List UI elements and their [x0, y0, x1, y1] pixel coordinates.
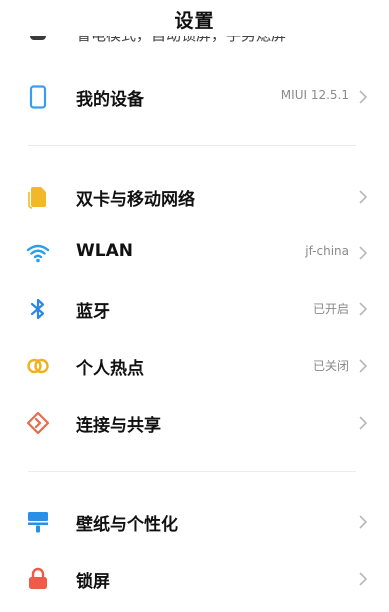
row-label: 双卡与移动网络	[76, 190, 195, 210]
settings-list: 设置 省电模式，自动锁屏，手势熄屏 我的设备 MIUI 12.5.1 双卡与移动…	[0, 0, 389, 612]
lock-icon	[26, 567, 50, 591]
chevron-right-icon	[357, 571, 369, 587]
chevron-right-icon	[357, 245, 369, 261]
page-title: 设置	[174, 10, 215, 32]
section-divider	[28, 145, 356, 146]
row-label: 壁纸与个性化	[76, 515, 178, 535]
row-my-device[interactable]: 我的设备 MIUI 12.5.1	[0, 69, 389, 125]
row-hotspot[interactable]: 个人热点 已关闭	[0, 338, 389, 394]
bluetooth-icon	[26, 297, 50, 321]
row-wallpaper[interactable]: 壁纸与个性化	[0, 494, 389, 550]
row-label: 蓝牙	[76, 302, 110, 322]
chevron-right-icon	[357, 358, 369, 374]
row-value: jf-china	[305, 244, 349, 258]
row-wlan[interactable]: WLAN jf-china	[0, 225, 389, 281]
section-divider	[28, 471, 356, 472]
chevron-right-icon	[357, 189, 369, 205]
row-connection-share[interactable]: 连接与共享	[0, 395, 389, 451]
row-label: 连接与共享	[76, 416, 161, 436]
chevron-right-icon	[357, 301, 369, 317]
row-label: 个人热点	[76, 359, 144, 379]
row-lock-screen[interactable]: 锁屏	[0, 551, 389, 607]
row-label: 锁屏	[76, 572, 110, 592]
row-label: 我的设备	[76, 90, 144, 110]
phone-outline-icon	[26, 85, 50, 109]
brush-icon	[26, 510, 50, 534]
chevron-right-icon	[357, 415, 369, 431]
share-diamond-icon	[26, 411, 50, 435]
row-value: 已开启	[312, 302, 349, 316]
row-label: WLAN	[76, 241, 133, 261]
row-value: 已关闭	[312, 359, 349, 373]
row-value: MIUI 12.5.1	[280, 88, 349, 102]
app-header: 设置	[0, 0, 389, 36]
wifi-icon	[26, 241, 50, 265]
sim-card-icon	[26, 185, 50, 209]
chevron-right-icon	[357, 514, 369, 530]
hotspot-icon	[26, 354, 50, 378]
chevron-right-icon	[357, 89, 369, 105]
row-dual-sim[interactable]: 双卡与移动网络	[0, 169, 389, 225]
row-bluetooth[interactable]: 蓝牙 已开启	[0, 281, 389, 337]
